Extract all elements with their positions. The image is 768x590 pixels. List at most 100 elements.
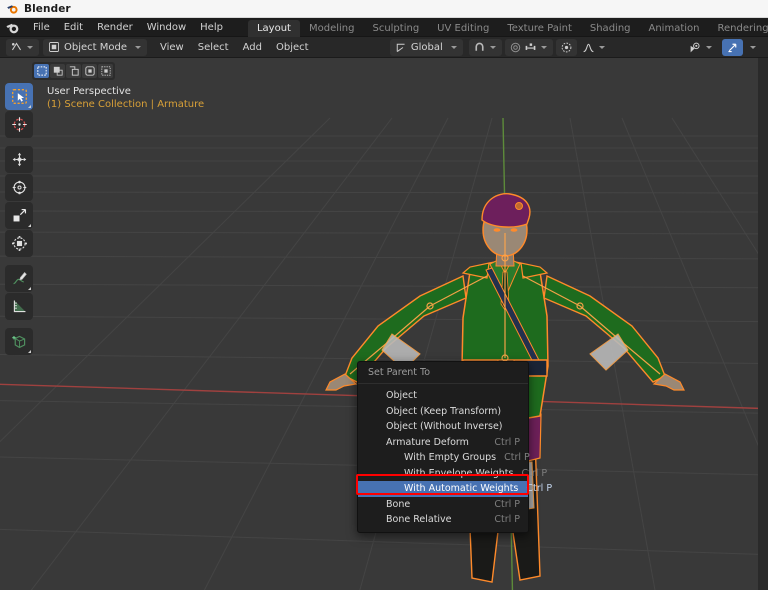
viewport-menu-view[interactable]: View [153, 37, 191, 58]
menu-file[interactable]: File [26, 18, 57, 37]
tab-texture-paint[interactable]: Texture Paint [498, 20, 581, 37]
snap-toggle[interactable] [469, 39, 502, 56]
object-mode-selector[interactable]: Object Mode [43, 39, 147, 56]
menu-item-with-automatic-weights[interactable]: With Automatic Weights Ctrl P [358, 481, 528, 497]
menu-item-label: Object (Keep Transform) [358, 406, 512, 417]
tab-modeling[interactable]: Modeling [300, 20, 364, 37]
tool-move[interactable] [5, 146, 33, 173]
tool-cursor[interactable] [5, 111, 33, 138]
chevron-down-icon [451, 46, 457, 49]
menu-item-shortcut: Ctrl P [494, 437, 520, 448]
tab-layout[interactable]: Layout [248, 20, 300, 37]
menu-item-bone[interactable]: Bone Ctrl P [358, 497, 528, 513]
measure-ruler-icon [11, 298, 28, 315]
toolbar-divider-2 [5, 258, 33, 264]
proportional-falloff-selector[interactable] [556, 39, 577, 56]
window-title: Blender [24, 3, 71, 15]
select-edge-mode-button[interactable] [66, 64, 81, 78]
menu-render[interactable]: Render [90, 18, 140, 37]
snap-target-icon [523, 40, 538, 55]
tool-select-box[interactable] [5, 83, 33, 110]
chevron-down-icon [490, 46, 496, 49]
tool-expand-corner [28, 224, 31, 227]
annotate-pencil-icon [11, 270, 28, 287]
tool-annotate[interactable] [5, 265, 33, 292]
menu-edit[interactable]: Edit [57, 18, 90, 37]
context-menu-title: Set Parent To [358, 362, 528, 384]
select-all-mode-button[interactable] [98, 64, 113, 78]
chevron-down-icon [599, 46, 605, 49]
menu-item-shortcut: Ctrl P [504, 452, 530, 463]
menu-item-shortcut: Ctrl P [526, 483, 552, 494]
add-cube-icon [11, 333, 28, 350]
move-arrows-icon [11, 151, 28, 168]
tool-transform[interactable] [5, 230, 33, 257]
menu-item-bone-relative[interactable]: Bone Relative Ctrl P [358, 512, 528, 528]
tab-shading[interactable]: Shading [581, 20, 640, 37]
proportional-edit-objects-icon [559, 40, 574, 55]
tab-uv-editing[interactable]: UV Editing [428, 20, 498, 37]
viewport-menu-select[interactable]: Select [191, 37, 236, 58]
blender-window: Blender File Edit Render Window Help Lay… [0, 0, 768, 590]
set-parent-to-context-menu[interactable]: Set Parent To Object Object (Keep Transf… [357, 361, 529, 533]
menu-item-shortcut: Ctrl P [494, 499, 520, 510]
menu-item-with-empty-groups[interactable]: With Empty Groups Ctrl P [358, 450, 528, 466]
overlays-popover[interactable] [744, 39, 762, 56]
tool-measure[interactable] [5, 293, 33, 320]
menu-item-object-without-inverse[interactable]: Object (Without Inverse) [358, 419, 528, 435]
menu-item-object-keep-transform[interactable]: Object (Keep Transform) [358, 404, 528, 420]
magnet-icon [472, 40, 487, 55]
transform-icon [11, 235, 28, 252]
proportional-edit-icon [508, 40, 523, 55]
rotate-icon [11, 179, 28, 196]
viewport-select-mode-bar [32, 62, 115, 80]
editor-type-selector[interactable] [6, 39, 39, 56]
blender-logo-icon [6, 2, 19, 15]
viewport-overlays-toggle[interactable] [722, 39, 743, 56]
menu-item-label: With Automatic Weights [358, 483, 518, 494]
menu-item-label: With Empty Groups [358, 452, 496, 463]
menu-item-with-envelope-weights[interactable]: With Envelope Weights Ctrl P [358, 466, 528, 482]
object-mode-icon [46, 40, 61, 55]
select-box-mode-button[interactable] [34, 64, 49, 78]
tab-sculpting[interactable]: Sculpting [363, 20, 428, 37]
menu-item-label: Armature Deform [358, 437, 486, 448]
menu-item-shortcut: Ctrl P [521, 468, 547, 479]
show-overlays-icon [725, 40, 740, 55]
viewport-menu-object[interactable]: Object [269, 37, 316, 58]
menu-item-object[interactable]: Object [358, 388, 528, 404]
viewport-right-edge [758, 58, 768, 590]
chevron-down-icon [27, 46, 33, 49]
select-vertex-mode-button[interactable] [50, 64, 65, 78]
viewport-gizmo-toggle[interactable] [685, 39, 718, 56]
workspace-tabs: Layout Modeling Sculpting UV Editing Tex… [248, 18, 768, 37]
toolbar-divider-3 [5, 321, 33, 327]
menu-item-label: Bone Relative [358, 514, 486, 525]
top-menu-bar: File Edit Render Window Help Layout Mode… [0, 18, 768, 37]
object-mode-label: Object Mode [61, 42, 132, 53]
viewport-toolbar [5, 83, 33, 355]
blender-logo-icon[interactable] [5, 20, 20, 35]
transform-orientation-selector[interactable]: Global [390, 39, 463, 56]
falloff-type-selector[interactable] [578, 39, 611, 56]
viewport-menu-add[interactable]: Add [236, 37, 269, 58]
menu-item-label: With Envelope Weights [358, 468, 513, 479]
toolbar-divider [5, 139, 33, 145]
window-titlebar: Blender [0, 0, 768, 18]
menu-window[interactable]: Window [140, 18, 193, 37]
menu-item-label: Object [358, 390, 512, 401]
tool-add-cube[interactable] [5, 328, 33, 355]
tool-rotate[interactable] [5, 174, 33, 201]
tab-animation[interactable]: Animation [640, 20, 709, 37]
transform-orientation-label: Global [408, 42, 448, 53]
tool-scale[interactable] [5, 202, 33, 229]
menu-item-label: Bone [358, 499, 486, 510]
menu-item-armature-deform[interactable]: Armature Deform Ctrl P [358, 435, 528, 451]
select-face-mode-button[interactable] [82, 64, 97, 78]
chevron-down-icon [750, 46, 756, 49]
menu-help[interactable]: Help [193, 18, 230, 37]
proportional-editing-toggle[interactable] [505, 39, 553, 56]
orientation-axis-icon [393, 40, 408, 55]
menu-item-label: Object (Without Inverse) [358, 421, 512, 432]
tab-rendering[interactable]: Rendering [708, 20, 768, 37]
